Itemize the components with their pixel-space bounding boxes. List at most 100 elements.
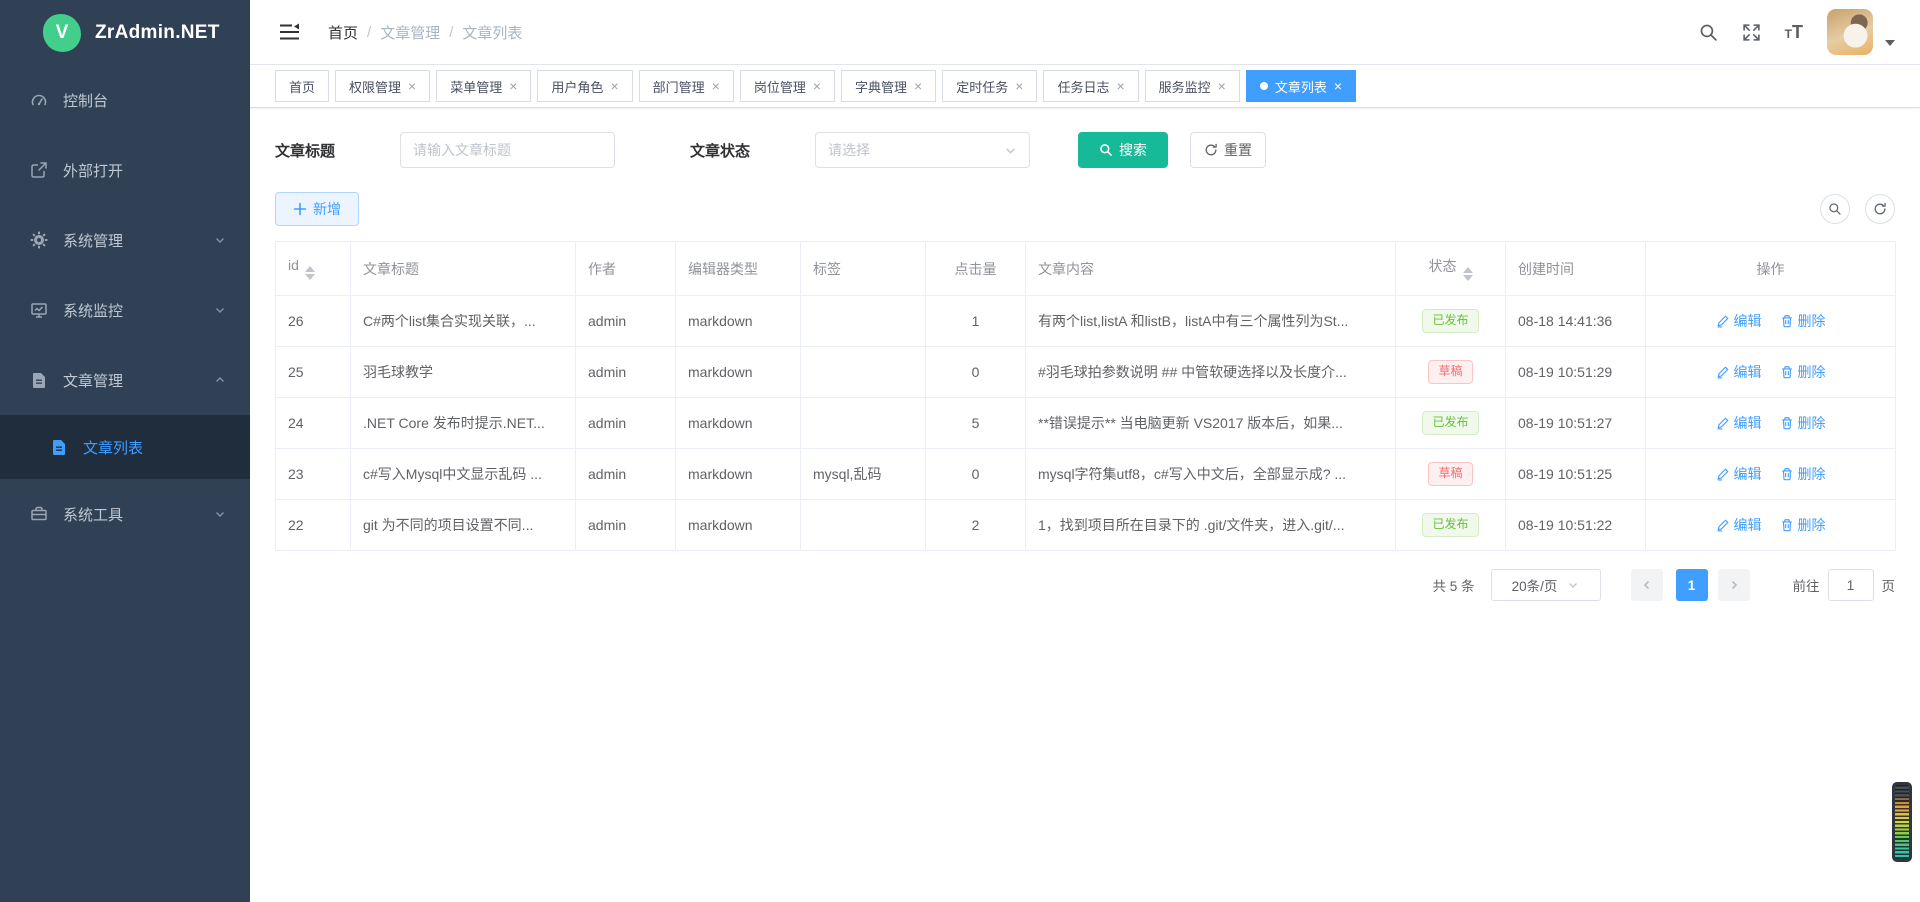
tab-close-icon[interactable]: × (509, 79, 517, 93)
prev-page-button[interactable] (1631, 569, 1663, 601)
cell-tags (801, 296, 926, 347)
page-size-select[interactable]: 20条/页 (1491, 569, 1601, 601)
tab-菜单管理[interactable]: 菜单管理× (436, 70, 531, 102)
cell-editor-type: markdown (676, 500, 801, 551)
color-scrollbar-widget[interactable] (1892, 782, 1912, 862)
tab-bar: 首页权限管理×菜单管理×用户角色×部门管理×岗位管理×字典管理×定时任务×任务日… (250, 65, 1920, 108)
tab-close-icon[interactable]: × (712, 79, 720, 93)
breadcrumb-separator: / (367, 24, 371, 41)
tab-服务监控[interactable]: 服务监控× (1145, 70, 1240, 102)
tab-定时任务[interactable]: 定时任务× (942, 70, 1037, 102)
delete-button[interactable]: 删除 (1780, 362, 1826, 382)
tab-用户角色[interactable]: 用户角色 × (537, 70, 632, 102)
top-bar: 首页 / 文章管理 / 文章列表 TT (250, 0, 1920, 65)
cell-id: 23 (276, 449, 351, 500)
cell-actions: 编辑删除 (1646, 449, 1896, 500)
tab-任务日志[interactable]: 任务日志× (1043, 70, 1138, 102)
delete-button[interactable]: 删除 (1780, 413, 1826, 433)
column-header-id[interactable]: id (276, 242, 351, 296)
sort-caret-icon[interactable] (305, 266, 315, 280)
pagination-total: 共 5 条 (1432, 575, 1474, 595)
column-header-编辑器类型: 编辑器类型 (676, 242, 801, 296)
edit-pencil-icon (1716, 314, 1730, 328)
sidebar-item-system-tools[interactable]: 系统工具 (0, 479, 250, 549)
tab-首页[interactable]: 首页 (275, 70, 329, 102)
tab-权限管理[interactable]: 权限管理× (335, 70, 430, 102)
tab-close-icon[interactable]: × (1218, 79, 1226, 93)
sidebar-item-article-list[interactable]: 文章列表 (0, 415, 250, 479)
refresh-table-button[interactable] (1865, 194, 1895, 224)
tab-close-icon[interactable]: × (1116, 79, 1124, 93)
reset-button[interactable]: 重置 (1190, 132, 1266, 168)
edit-pencil-icon (1716, 467, 1730, 481)
tab-label: 用户角色 (551, 77, 603, 96)
font-size-icon[interactable]: TT (1785, 22, 1803, 43)
toolbox-icon (30, 505, 48, 523)
chevron-down-icon (1567, 579, 1579, 591)
search-icon[interactable] (1699, 23, 1718, 42)
column-header-状态[interactable]: 状态 (1396, 242, 1506, 296)
tab-字典管理[interactable]: 字典管理 × (841, 70, 936, 102)
table-row: 25羽毛球教学adminmarkdown0#羽毛球拍参数说明 ## 中管软硬选择… (276, 347, 1896, 398)
show-search-toggle-button[interactable] (1820, 194, 1850, 224)
status-badge: 草稿 (1428, 462, 1472, 486)
cell-clicks: 0 (926, 449, 1026, 500)
sidebar-item-article-management[interactable]: 文章管理 (0, 345, 250, 415)
avatar-caret-down-icon[interactable] (1885, 40, 1895, 46)
add-button[interactable]: 新增 (275, 192, 359, 226)
edit-button[interactable]: 编辑 (1716, 515, 1762, 535)
pagination: 共 5 条 20条/页 1 前往 页 (275, 569, 1895, 601)
status-badge: 草稿 (1428, 360, 1472, 384)
sort-caret-icon[interactable] (1463, 267, 1473, 281)
fullscreen-icon[interactable] (1742, 23, 1761, 42)
edit-button[interactable]: 编辑 (1716, 464, 1762, 484)
page-number-button[interactable]: 1 (1676, 569, 1708, 601)
delete-button[interactable]: 删除 (1780, 515, 1826, 535)
breadcrumb-page: 文章列表 (462, 22, 522, 43)
tab-岗位管理[interactable]: 岗位管理× (740, 70, 835, 102)
edit-button[interactable]: 编辑 (1716, 362, 1762, 382)
tab-close-icon[interactable]: × (408, 79, 416, 93)
article-title-input[interactable] (400, 132, 615, 168)
tab-部门管理[interactable]: 部门管理× (639, 70, 734, 102)
goto-page-input[interactable] (1828, 569, 1874, 601)
tab-close-icon[interactable]: × (610, 79, 618, 93)
tab-label: 文章列表 (1275, 77, 1327, 96)
chevron-down-icon (214, 508, 226, 520)
article-status-select[interactable]: 请选择 (815, 132, 1030, 168)
delete-button[interactable]: 删除 (1780, 311, 1826, 331)
cell-editor-type: markdown (676, 347, 801, 398)
edit-button[interactable]: 编辑 (1716, 311, 1762, 331)
tab-close-icon[interactable]: × (813, 79, 821, 93)
article-table-body: 26C#两个list集合实现关联，...adminmarkdown1有两个lis… (276, 296, 1896, 551)
column-header-作者: 作者 (576, 242, 676, 296)
tab-close-icon[interactable]: × (1334, 79, 1342, 93)
breadcrumb-home[interactable]: 首页 (328, 22, 358, 43)
sidebar-item-external-open[interactable]: 外部打开 (0, 135, 250, 205)
table-row: 26C#两个list集合实现关联，...adminmarkdown1有两个lis… (276, 296, 1896, 347)
tab-label: 字典管理 (855, 77, 907, 96)
cell-author: admin (576, 296, 676, 347)
chevron-down-icon (214, 234, 226, 246)
collapse-sidebar-icon[interactable] (280, 23, 300, 41)
delete-button[interactable]: 删除 (1780, 464, 1826, 484)
search-button[interactable]: 搜索 (1078, 132, 1168, 168)
cell-tags (801, 500, 926, 551)
sidebar-item-console[interactable]: 控制台 (0, 65, 250, 135)
app-logo[interactable]: V ZrAdmin.NET (0, 0, 250, 65)
edit-button[interactable]: 编辑 (1716, 413, 1762, 433)
tab-文章列表[interactable]: 文章列表 × (1246, 70, 1356, 102)
next-page-button[interactable] (1718, 569, 1750, 601)
tab-label: 首页 (289, 77, 315, 96)
sidebar-item-system-management[interactable]: 系统管理 (0, 205, 250, 275)
cell-author: admin (576, 347, 676, 398)
page-content: 文章标题 文章状态 请选择 搜索 重置 (250, 108, 1920, 902)
tab-close-icon[interactable]: × (914, 79, 922, 93)
sidebar-item-system-monitor[interactable]: 系统监控 (0, 275, 250, 345)
tab-close-icon[interactable]: × (1015, 79, 1023, 93)
user-avatar[interactable] (1827, 9, 1873, 55)
cell-actions: 编辑删除 (1646, 347, 1896, 398)
dashboard-icon (30, 91, 48, 109)
cell-actions: 编辑删除 (1646, 500, 1896, 551)
cell-status: 已发布 (1396, 296, 1506, 347)
